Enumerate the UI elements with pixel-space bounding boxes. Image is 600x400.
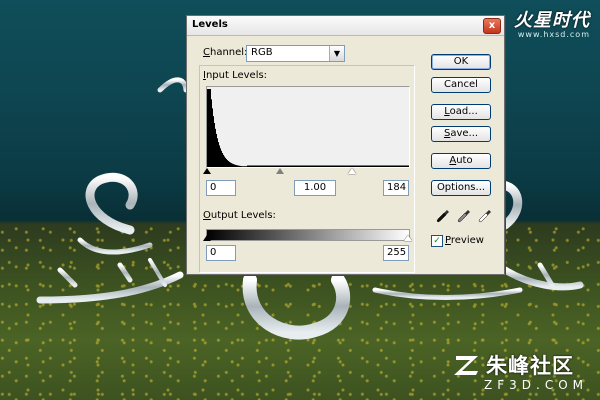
dialog-titlebar[interactable]: Levels x [187, 16, 504, 36]
histogram-bar [219, 145, 220, 167]
preview-checkbox[interactable]: ✓ [431, 235, 443, 247]
dialog-title: Levels [192, 19, 228, 30]
input-white-point-handle[interactable] [348, 168, 356, 174]
histogram-bar [210, 89, 211, 167]
histogram-bar [220, 148, 221, 167]
histogram-bar [214, 122, 215, 167]
community-url: ZF3D.COM [484, 378, 588, 392]
channel-label: Channel: [203, 47, 248, 58]
save-button[interactable]: Save... [431, 126, 491, 142]
histogram [206, 86, 410, 168]
histogram-bar [221, 150, 222, 167]
eyedropper-black-icon[interactable] [436, 209, 450, 223]
cancel-button[interactable]: Cancel [431, 77, 491, 93]
levels-dialog: Levels x Channel: RGB ▼ Input Levels: 0 … [186, 15, 505, 275]
community-name: 朱峰社区 [486, 354, 574, 378]
chevron-down-icon[interactable]: ▼ [329, 46, 344, 61]
histogram-bar [408, 165, 409, 167]
input-levels-label: Input Levels: [203, 70, 268, 81]
close-icon: x [488, 20, 496, 31]
output-levels-label: Output Levels: [203, 210, 276, 221]
histogram-bar [215, 128, 216, 167]
channel-value: RGB [251, 47, 273, 58]
output-white-handle[interactable] [404, 235, 412, 241]
brand-watermark-bottom: 朱峰社区 ZF3D.COM [454, 350, 588, 392]
histogram-bar [217, 138, 218, 167]
input-white-field[interactable]: 184 [383, 180, 409, 196]
input-gamma-handle[interactable] [276, 168, 284, 174]
histogram-bar [216, 133, 217, 167]
input-black-field[interactable]: 0 [206, 180, 236, 196]
preview-label: Preview [445, 235, 484, 246]
brand-watermark-top: 火星时代 www.hxsd.com [514, 6, 590, 39]
histogram-bar [212, 108, 213, 167]
eyedropper-gray-icon[interactable] [457, 209, 471, 223]
histogram-bar [211, 99, 212, 167]
channel-select[interactable]: RGB ▼ [246, 45, 345, 62]
input-black-point-handle[interactable] [203, 168, 211, 174]
eyedropper-white-icon[interactable] [478, 209, 492, 223]
load-button[interactable]: Load... [431, 104, 491, 120]
histogram-bar [209, 89, 210, 167]
histogram-graph [207, 89, 409, 167]
output-black-field[interactable]: 0 [206, 245, 236, 261]
histogram-bar [222, 152, 223, 167]
close-button[interactable]: x [483, 18, 501, 34]
output-black-handle[interactable] [203, 235, 211, 241]
input-gamma-field[interactable]: 1.00 [294, 180, 336, 196]
auto-button[interactable]: Auto [431, 153, 491, 169]
histogram-bar [213, 116, 214, 167]
input-levels-slider[interactable] [203, 166, 408, 176]
histogram-bar [208, 89, 209, 167]
ok-button[interactable]: OK [431, 54, 491, 70]
z-logo-icon [454, 356, 478, 375]
histogram-bar [218, 142, 219, 167]
brand-url: www.hxsd.com [517, 30, 590, 39]
output-white-field[interactable]: 255 [383, 245, 409, 261]
options-button[interactable]: Options... [431, 180, 491, 196]
brand-name: 火星时代 [514, 10, 590, 31]
output-gradient-bar [206, 229, 410, 241]
histogram-bar [207, 89, 208, 167]
